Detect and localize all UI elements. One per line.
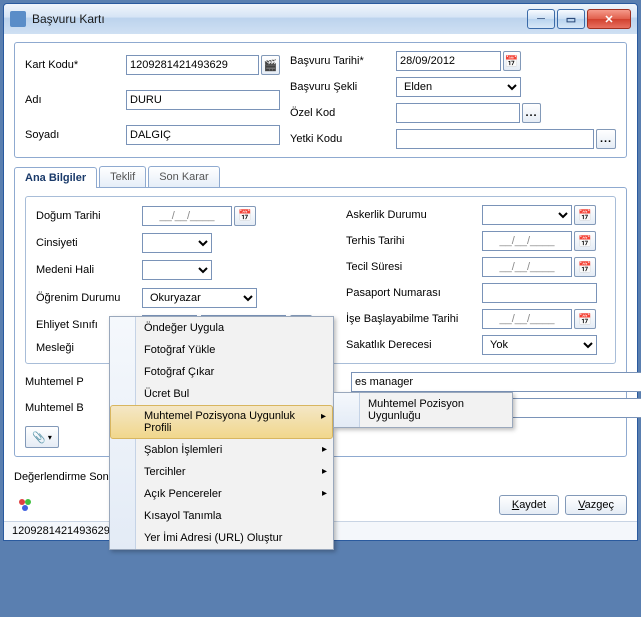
calendar-icon: 📅 <box>578 261 592 274</box>
tecil-input[interactable] <box>482 257 572 277</box>
askerlik-calendar-button[interactable]: 📅 <box>574 205 596 225</box>
basvuru-sekli-label: Başvuru Şekli <box>290 81 390 93</box>
askerlik-select[interactable] <box>482 205 572 225</box>
ctx-fotograf-cikar[interactable]: Fotoğraf Çıkar <box>110 361 333 383</box>
terhis-input[interactable] <box>482 231 572 251</box>
ogrenim-durumu-label: Öğrenim Durumu <box>36 292 136 304</box>
terhis-calendar-button[interactable]: 📅 <box>574 231 596 251</box>
app-icon <box>10 11 26 27</box>
ogrenim-durumu-select[interactable]: Okuryazar <box>142 288 257 308</box>
titlebar[interactable]: Başvuru Kartı ─ ▭ ✕ <box>4 4 637 34</box>
basvuru-tarihi-input[interactable] <box>396 51 501 71</box>
ctx-tercihler[interactable]: Tercihler <box>110 461 333 483</box>
status-code: 1209281421493629 <box>4 522 119 540</box>
calendar-icon: 📅 <box>578 235 592 248</box>
soyadi-label: Soyadı <box>25 129 120 141</box>
ise-basla-label: İşe Başlayabilme Tarihi <box>346 313 476 325</box>
yetki-kodu-label: Yetki Kodu <box>290 133 390 145</box>
cinsiyeti-select[interactable] <box>142 233 212 253</box>
dogum-tarihi-label: Doğum Tarihi <box>36 210 136 222</box>
context-submenu[interactable]: Muhtemel Pozisyon Uygunluğu <box>333 392 513 428</box>
medeni-hali-select[interactable] <box>142 260 212 280</box>
pasaport-input[interactable] <box>482 283 597 303</box>
ise-basla-input[interactable] <box>482 309 572 329</box>
maximize-button[interactable]: ▭ <box>557 9 585 29</box>
ozel-kod-label: Özel Kod <box>290 107 390 119</box>
ctx-acik-pencereler[interactable]: Açık Pencereler <box>110 483 333 505</box>
kart-kodu-input[interactable] <box>126 55 259 75</box>
paperclip-icon: 📎 <box>32 431 46 444</box>
ise-basla-calendar-button[interactable]: 📅 <box>574 309 596 329</box>
ellipsis-icon: ... <box>600 133 612 145</box>
basvuru-tarihi-label: Başvuru Tarihi <box>290 55 390 67</box>
yetki-kodu-input[interactable] <box>396 129 594 149</box>
calendar-icon: 📅 <box>238 209 252 222</box>
tab-son-karar[interactable]: Son Karar <box>148 166 220 187</box>
dogum-tarihi-calendar-button[interactable]: 📅 <box>234 206 256 226</box>
ctx-kisayol-tanimla[interactable]: Kısayol Tanımla <box>110 505 333 527</box>
askerlik-label: Askerlik Durumu <box>346 209 476 221</box>
basvuru-sekli-select[interactable]: Elden <box>396 77 521 97</box>
tab-teklif[interactable]: Teklif <box>99 166 146 187</box>
calendar-icon: 📅 <box>578 313 592 326</box>
window-title: Başvuru Kartı <box>32 12 527 26</box>
ctx-muhtemel-pozisyon-profili[interactable]: Muhtemel Pozisyona Uygunluk Profili <box>110 405 333 439</box>
attachment-button[interactable]: 📎▾ <box>25 426 59 448</box>
medeni-hali-label: Medeni Hali <box>36 264 136 276</box>
header-panel: Kart Kodu 🎬 Adı Soyadı Başvuru Tarihi 📅 <box>14 42 627 158</box>
tab-ana-bilgiler[interactable]: Ana Bilgiler <box>14 167 97 188</box>
ellipsis-icon: ... <box>525 107 537 119</box>
cancel-button[interactable]: Vazgeç <box>565 495 627 515</box>
ctx-sablon-islemleri[interactable]: Şablon İşlemleri <box>110 439 333 461</box>
ctx-ucret-bul[interactable]: Ücret Bul <box>110 383 333 405</box>
ctx-ondeger-uygula[interactable]: Öndeğer Uygula <box>110 317 333 339</box>
close-button[interactable]: ✕ <box>587 9 631 29</box>
basvuru-tarihi-calendar-button[interactable]: 📅 <box>503 51 522 71</box>
adi-input[interactable] <box>126 90 280 110</box>
ctx-fotograf-yukle[interactable]: Fotoğraf Yükle <box>110 339 333 361</box>
yetki-kodu-lookup-button[interactable]: ... <box>596 129 616 149</box>
save-button[interactable]: Kaydet <box>499 495 559 515</box>
dogum-tarihi-input[interactable] <box>142 206 232 226</box>
submenu-muhtemel-pozisyon-uygunlugu[interactable]: Muhtemel Pozisyon Uygunluğu <box>334 393 512 427</box>
dice-icon: 🎬 <box>264 59 278 72</box>
chevron-down-icon: ▾ <box>48 433 52 442</box>
ctx-yer-imi-adresi[interactable]: Yer İmi Adresi (URL) Oluştur <box>110 527 333 549</box>
calendar-icon: 📅 <box>578 209 592 222</box>
kart-kodu-label: Kart Kodu <box>25 59 120 71</box>
kart-kodu-generate-button[interactable]: 🎬 <box>261 55 280 75</box>
adi-label: Adı <box>25 94 120 106</box>
cinsiyeti-label: Cinsiyeti <box>36 237 136 249</box>
soyadi-input[interactable] <box>126 125 280 145</box>
tabs: Ana Bilgiler Teklif Son Karar <box>14 166 627 187</box>
tecil-label: Tecil Süresi <box>346 261 476 273</box>
tecil-calendar-button[interactable]: 📅 <box>574 257 596 277</box>
muhtemel-p-input[interactable] <box>351 372 641 392</box>
calendar-icon: 📅 <box>505 55 519 68</box>
terhis-label: Terhis Tarihi <box>346 235 476 247</box>
color-icon[interactable] <box>14 495 36 515</box>
context-menu[interactable]: Öndeğer Uygula Fotoğraf Yükle Fotoğraf Ç… <box>109 316 334 550</box>
minimize-button[interactable]: ─ <box>527 9 555 29</box>
ozel-kod-input[interactable] <box>396 103 520 123</box>
sakatlik-label: Sakatlık Derecesi <box>346 339 476 351</box>
sakatlik-select[interactable]: Yok <box>482 335 597 355</box>
ozel-kod-lookup-button[interactable]: ... <box>522 103 541 123</box>
pasaport-label: Pasaport Numarası <box>346 287 476 299</box>
